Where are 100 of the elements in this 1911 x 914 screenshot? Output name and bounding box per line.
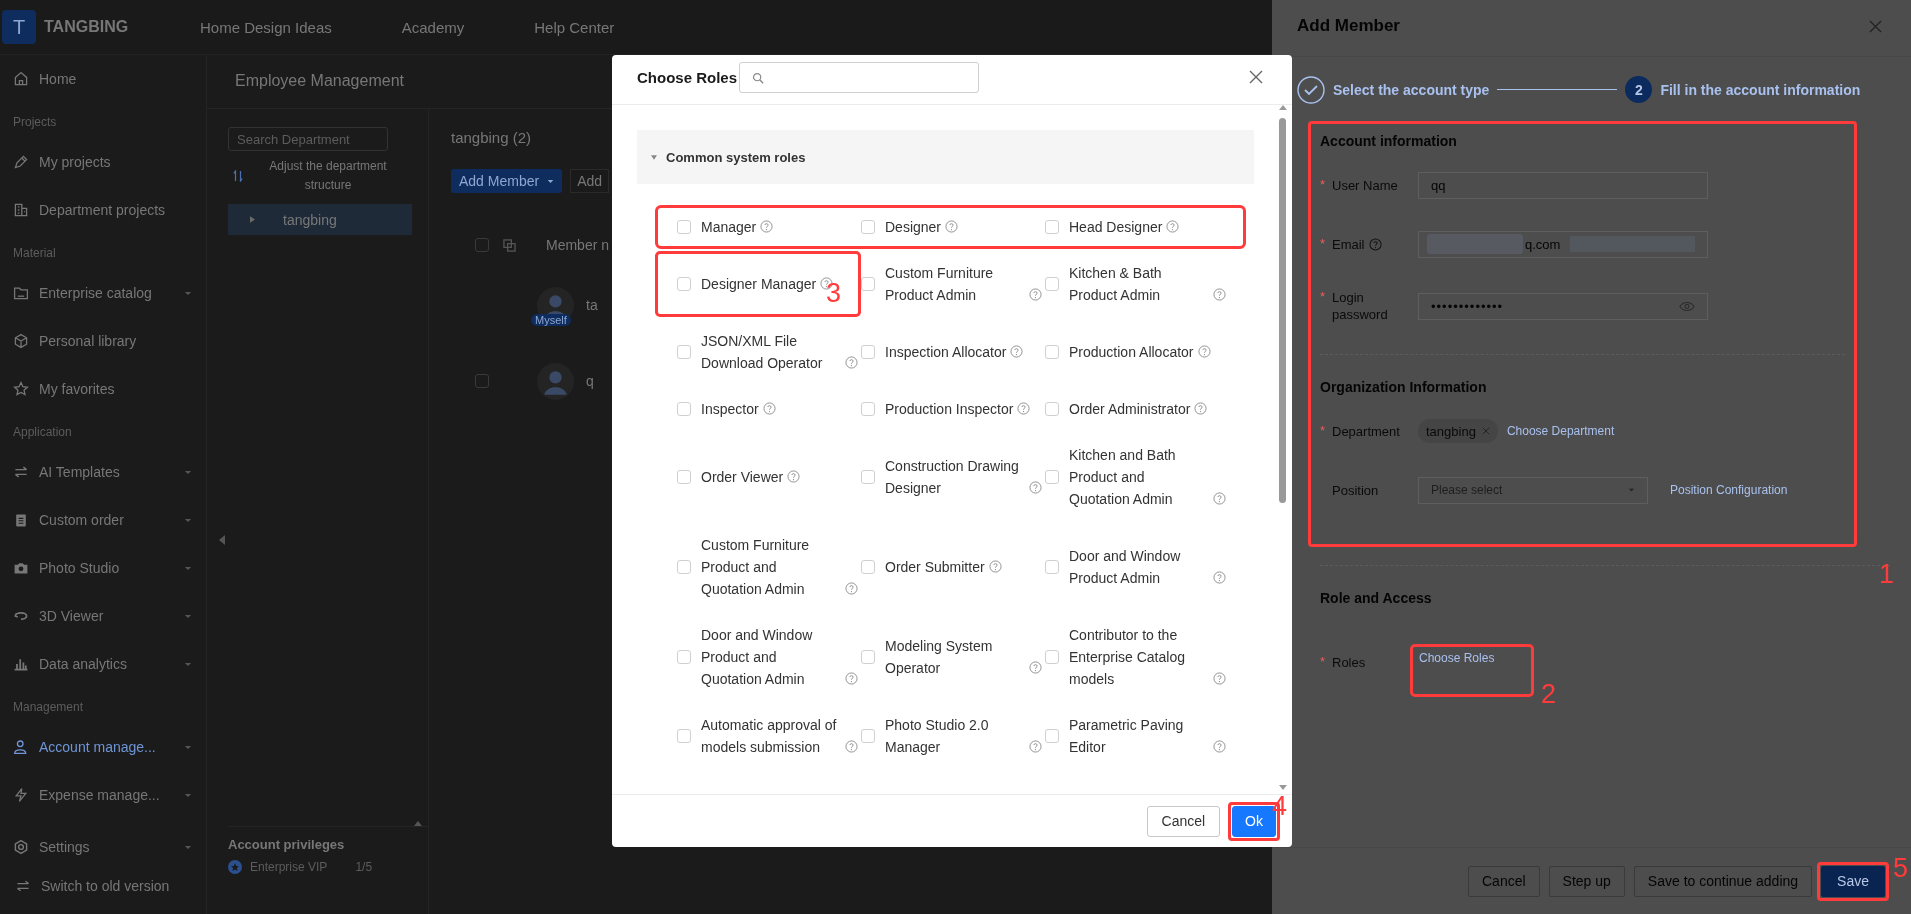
chevron-down-icon — [184, 792, 192, 798]
role-label: Order Administrator — [1069, 400, 1191, 419]
sidebar-item[interactable]: Settings — [0, 823, 206, 871]
nav-link[interactable]: Home Design Ideas — [200, 18, 332, 36]
help-icon — [1029, 288, 1042, 301]
checkbox[interactable] — [475, 374, 489, 388]
caret-down-icon — [651, 154, 657, 160]
password-field[interactable]: ••••••••••••• — [1418, 292, 1708, 320]
sidebar-item[interactable]: Account manage... — [0, 723, 206, 771]
help-icon — [1029, 481, 1042, 494]
sidebar-item[interactable]: Photo Studio — [0, 544, 206, 592]
field-label: Email — [1332, 235, 1365, 253]
role-label: Door and Window Product Admin — [1069, 547, 1182, 588]
position-configuration-link[interactable]: Position Configuration — [1670, 483, 1788, 497]
role-label: Kitchen & Bath Product Admin — [1069, 264, 1163, 305]
caret-up-icon[interactable] — [414, 821, 422, 826]
footer-button[interactable]: Step up — [1548, 865, 1625, 897]
scroll-down-icon[interactable] — [1279, 785, 1287, 790]
role-label: Photo Studio 2.0 Manager — [885, 716, 990, 757]
role-label: Modeling System Operator — [885, 637, 994, 678]
sidebar-item[interactable]: AI Templates — [0, 448, 206, 496]
sidebar-item[interactable]: My favorites — [0, 365, 206, 413]
role-label: Manager — [701, 218, 757, 237]
collapse-icon[interactable] — [219, 535, 225, 545]
role-label: Automatic approval of models submission — [701, 716, 838, 757]
sidebar-item[interactable]: 3D Viewer — [0, 592, 206, 640]
section-label: Projects — [12, 114, 58, 131]
role-label: Head Designer — [1069, 218, 1163, 237]
privilege-label: Enterprise VIP — [250, 860, 328, 874]
building-icon — [13, 202, 29, 218]
folder-icon — [13, 285, 29, 301]
badge-icon — [228, 860, 242, 874]
scrollbar-thumb[interactable] — [1279, 118, 1286, 503]
adjust-structure-link[interactable]: Adjust the department structure — [263, 157, 393, 195]
home-icon — [13, 71, 29, 87]
sidebar-item[interactable]: My projects — [0, 138, 206, 186]
chevron-down-icon — [184, 844, 192, 850]
input-field[interactable]: q.com — [1418, 230, 1708, 258]
chevron-down-icon — [184, 613, 192, 619]
bar-chart-icon — [13, 656, 29, 672]
tree-item[interactable]: tangbing — [228, 204, 412, 235]
required-mark: * — [1320, 654, 1327, 669]
clipboard-icon — [13, 512, 29, 528]
logo-mark[interactable]: T — [2, 10, 36, 44]
help-icon — [945, 220, 959, 233]
avatar-icon — [537, 362, 574, 400]
help-icon — [1213, 571, 1226, 584]
eye-icon[interactable] — [1679, 300, 1695, 312]
column-header: Member n — [546, 237, 610, 253]
choose-roles-link[interactable]: Choose Roles — [1419, 651, 1495, 665]
help-icon — [1194, 402, 1208, 415]
role-label: Designer — [885, 218, 942, 237]
help-icon — [787, 470, 801, 483]
checkbox[interactable] — [475, 238, 489, 252]
input-field[interactable]: qq — [1418, 171, 1708, 199]
help-icon — [1213, 672, 1226, 685]
help-icon — [1166, 220, 1180, 233]
lightning-icon — [13, 787, 29, 803]
scroll-up-icon[interactable] — [1279, 105, 1287, 110]
chevron-down-icon — [184, 661, 192, 667]
close-icon[interactable] — [1249, 69, 1263, 84]
step-label: Select the account type — [1333, 81, 1490, 98]
drawer-title: Add Member — [1297, 16, 1400, 36]
help-icon — [1213, 288, 1226, 301]
arrows-icon — [13, 464, 29, 480]
nav-link[interactable]: Academy — [401, 18, 465, 36]
help-icon — [1197, 345, 1211, 358]
sidebar-item[interactable]: Expense manage... — [0, 771, 206, 819]
role-label: Kitchen and Bath Product and Quotation Admin — [1069, 446, 1177, 509]
brand-name: TANGBING — [44, 18, 130, 36]
sidebar-item[interactable]: Enterprise catalog — [0, 269, 206, 317]
cancel-button[interactable]: Cancel — [1146, 805, 1221, 837]
group-header[interactable]: Common system roles — [637, 130, 1254, 184]
role-label: Contributor to the Enterprise Catalog models — [1069, 626, 1186, 689]
section-label: Management — [12, 699, 85, 716]
dialog-title: Choose Roles — [637, 69, 738, 86]
role-label: Designer Manager — [701, 275, 817, 294]
search-field[interactable]: Search Department — [228, 127, 388, 151]
save-button[interactable]: Save — [1821, 865, 1885, 897]
switch-version-link[interactable]: Switch to old version — [0, 871, 206, 901]
sidebar-item[interactable]: Custom order — [0, 496, 206, 544]
role-label: JSON/XML File Download Operator — [701, 332, 824, 373]
role-label: Custom Furniture Product Admin — [885, 264, 995, 305]
footer-button[interactable]: Save to continue adding — [1633, 865, 1813, 897]
add-member-button[interactable]: Add Member — [451, 169, 563, 193]
choose-department-link[interactable]: Choose Department — [1506, 424, 1615, 438]
required-mark: * — [1320, 422, 1327, 438]
sidebar-item[interactable]: Data analytics — [0, 640, 206, 688]
sidebar-item[interactable]: Personal library — [0, 317, 206, 365]
privilege-count: 1/5 — [355, 860, 373, 874]
nav-link[interactable]: Help Center — [534, 18, 615, 36]
role-label: Production Inspector — [885, 400, 1014, 419]
add-button[interactable]: Add — [570, 169, 610, 193]
footer-button[interactable]: Cancel — [1468, 865, 1540, 897]
role-label: Inspector — [701, 400, 759, 419]
sidebar-item[interactable]: Home — [0, 55, 206, 103]
cube-icon — [13, 333, 29, 349]
columns-icon[interactable] — [503, 238, 516, 252]
role-label: Order Viewer — [701, 468, 784, 487]
sidebar-item[interactable]: Department projects — [0, 186, 206, 234]
